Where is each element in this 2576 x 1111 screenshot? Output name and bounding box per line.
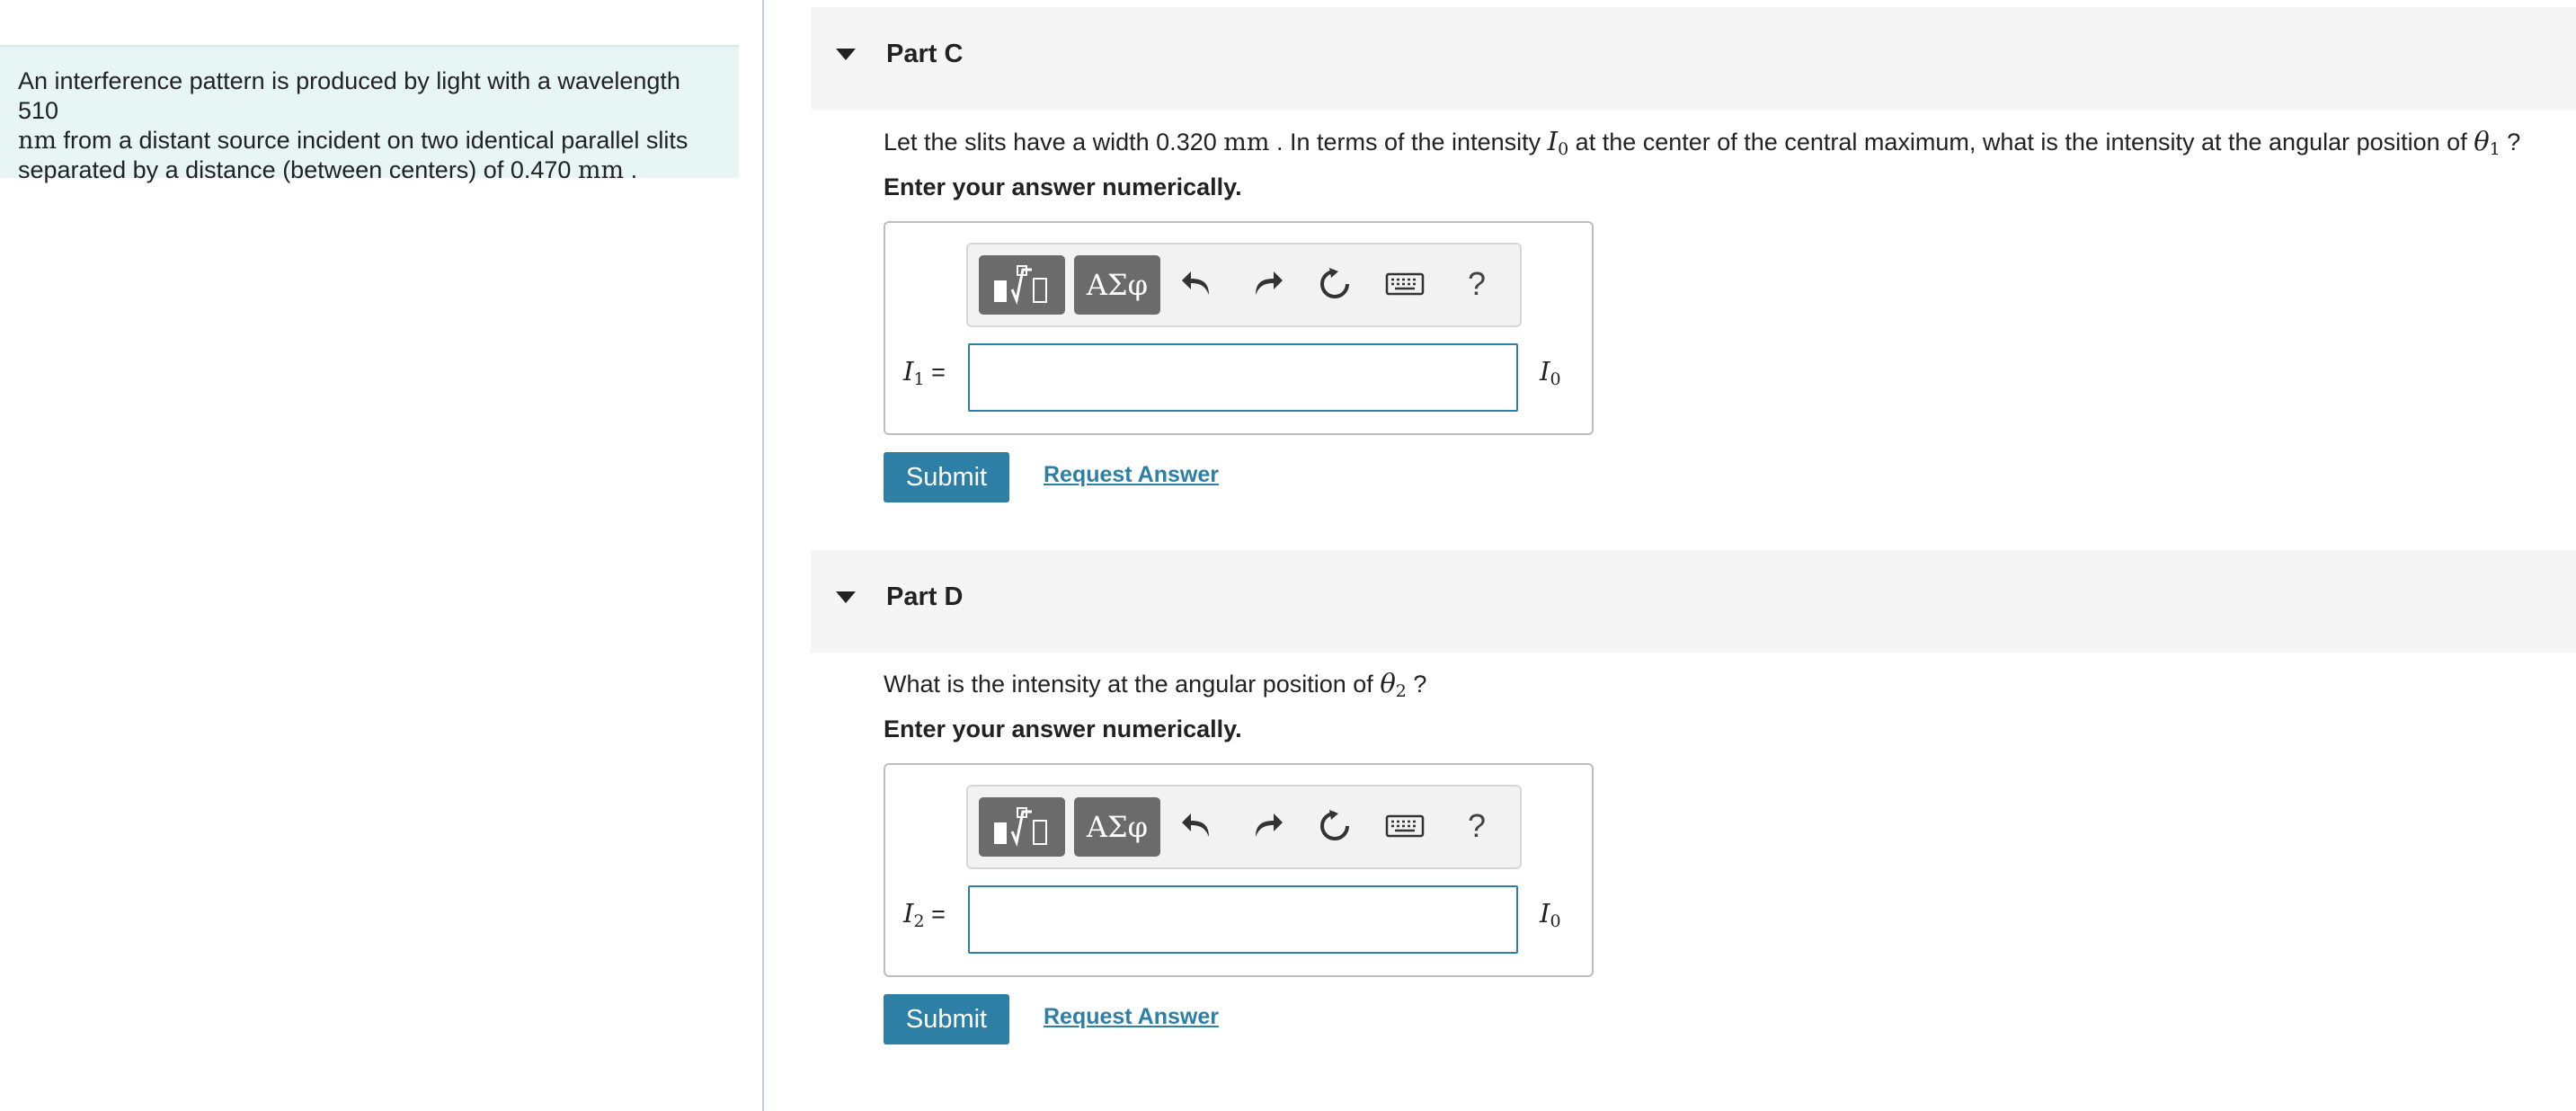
- math-toolbar: ΑΣφ ?: [966, 243, 1522, 327]
- intro-unit-nm: nm: [18, 127, 57, 155]
- keyboard-icon[interactable]: [1380, 259, 1430, 309]
- templates-button[interactable]: [979, 797, 1065, 857]
- templates-icon: [994, 807, 1047, 848]
- intro-text-3: separated by a distance (between centers…: [18, 156, 578, 183]
- request-answer-link[interactable]: Request Answer: [1044, 1004, 1219, 1030]
- part-c-title: Part C: [886, 40, 964, 68]
- part-d-title: Part D: [886, 582, 964, 611]
- templates-icon: [994, 265, 1047, 306]
- intro-text-4: .: [624, 156, 638, 183]
- unit-mm: mm: [1223, 129, 1270, 156]
- answer-input[interactable]: [968, 343, 1518, 412]
- problem-statement-pane: An interference pattern is produced by l…: [0, 0, 762, 1111]
- submit-button[interactable]: Submit: [884, 994, 1009, 1044]
- problem-intro: An interference pattern is produced by l…: [0, 45, 739, 184]
- help-icon[interactable]: ?: [1452, 259, 1502, 309]
- templates-button[interactable]: [979, 255, 1065, 315]
- theta-var: θ2: [1380, 668, 1407, 701]
- redo-icon[interactable]: [1241, 259, 1292, 309]
- intensity-var: I0: [1547, 126, 1569, 159]
- intro-text-2: from a distant source incident on two id…: [57, 127, 688, 154]
- redo-icon[interactable]: [1241, 801, 1292, 851]
- undo-icon[interactable]: [1173, 801, 1223, 851]
- part-d-answer-box: ΑΣφ ? I2 = I0: [884, 763, 1594, 977]
- undo-icon[interactable]: [1173, 259, 1223, 309]
- submit-button[interactable]: Submit: [884, 452, 1009, 502]
- collapse-caret-icon[interactable]: [836, 591, 856, 603]
- greek-symbols-button[interactable]: ΑΣφ: [1074, 255, 1160, 315]
- help-icon[interactable]: ?: [1452, 801, 1502, 851]
- keyboard-icon[interactable]: [1380, 801, 1430, 851]
- reset-icon[interactable]: [1310, 259, 1360, 309]
- answer-variable-label: I1 =: [903, 356, 946, 389]
- part-c-instruction: Enter your answer numerically.: [884, 173, 1242, 200]
- math-toolbar: ΑΣφ ?: [966, 785, 1522, 869]
- part-d-question: What is the intensity at the angular pos…: [884, 668, 1427, 701]
- part-d-header[interactable]: Part D: [811, 550, 2576, 653]
- part-c-header[interactable]: Part C: [811, 7, 2576, 110]
- part-c-answer-box: ΑΣφ ? I1 = I0: [884, 221, 1594, 435]
- intro-text-1: An interference pattern is produced by l…: [18, 67, 680, 124]
- collapse-caret-icon[interactable]: [836, 49, 856, 60]
- answer-input[interactable]: [968, 885, 1518, 954]
- answer-variable-label: I2 =: [903, 898, 946, 931]
- greek-symbols-button[interactable]: ΑΣφ: [1074, 797, 1160, 857]
- answer-units: I0: [1540, 898, 1561, 931]
- intro-unit-mm: mm: [577, 156, 625, 184]
- theta-var: θ1: [2474, 126, 2500, 159]
- pane-divider: [762, 0, 764, 1111]
- reset-icon[interactable]: [1310, 801, 1360, 851]
- part-c-question: Let the slits have a width 0.320 mm . In…: [884, 126, 2521, 159]
- part-d-instruction: Enter your answer numerically.: [884, 715, 1242, 742]
- request-answer-link[interactable]: Request Answer: [1044, 462, 1219, 488]
- answer-units: I0: [1540, 356, 1561, 389]
